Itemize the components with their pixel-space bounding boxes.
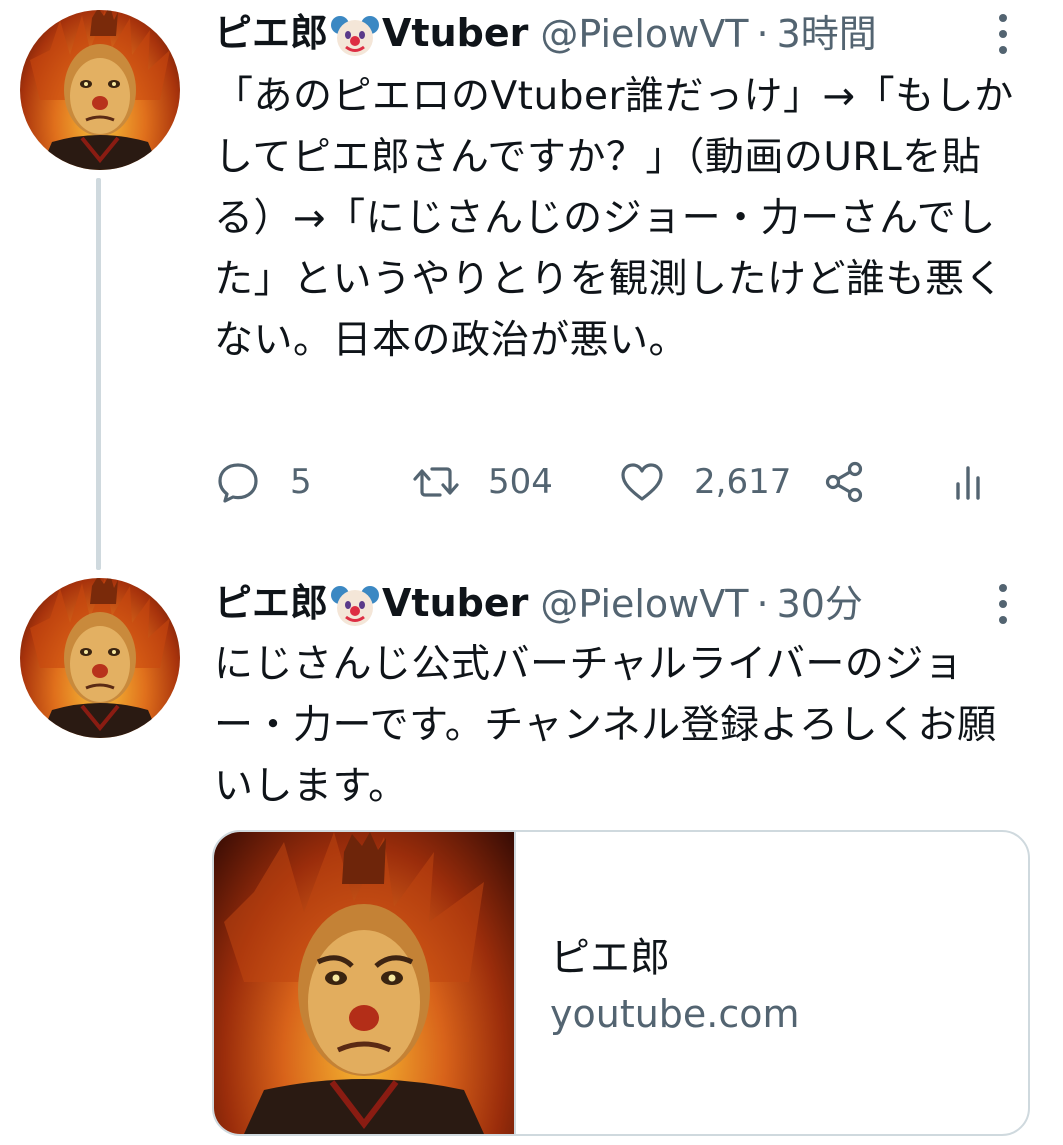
share-button[interactable] [820, 452, 868, 512]
reply-count: 5 [290, 462, 312, 502]
more-vertical-icon[interactable] [993, 12, 1013, 56]
reply-button[interactable]: 5 [214, 452, 312, 512]
tweet-2[interactable]: ピエ郎 Vtuber @PielowVT · 30分 にじさんじ公式バーチャルラ… [0, 570, 1063, 1145]
clown-face-icon [330, 581, 380, 631]
tweet-1[interactable]: ピエ郎 Vtuber @PielowVT · 3時間 「あのピエロのVtuber… [0, 0, 1063, 570]
heart-icon [621, 463, 663, 501]
avatar[interactable] [20, 578, 180, 738]
clown-thumbnail-image [224, 832, 484, 1134]
tweet-actions: 5 504 2,617 [214, 452, 1014, 512]
retweet-button[interactable]: 504 [412, 452, 553, 512]
tweet-text: にじさんじ公式バーチャルライバーのジョー・力ーです。チャンネル登録よろしくお願い… [214, 642, 997, 809]
like-button[interactable]: 2,617 [618, 452, 791, 512]
reply-icon [218, 463, 258, 503]
timestamp[interactable]: 30分 [777, 578, 863, 630]
more-vertical-icon[interactable] [993, 582, 1013, 626]
clown-portrait-image [30, 578, 170, 738]
avatar[interactable] [20, 10, 180, 170]
link-card[interactable]: ピエ郎 youtube.com [212, 830, 1030, 1136]
card-thumbnail [214, 832, 516, 1134]
user-handle[interactable]: @PielowVT [540, 578, 748, 630]
like-count: 2,617 [694, 462, 792, 502]
display-name[interactable]: ピエ郎 Vtuber [214, 577, 528, 631]
tweet-header: ピエ郎 Vtuber @PielowVT · 3時間 [214, 8, 877, 60]
clown-face-icon [330, 11, 380, 61]
separator-dot: · [756, 582, 769, 626]
timestamp[interactable]: 3時間 [777, 8, 877, 60]
retweet-count: 504 [488, 462, 553, 502]
clown-portrait-image [30, 10, 170, 170]
analytics-button[interactable] [944, 452, 992, 512]
analytics-icon [956, 466, 980, 500]
user-handle[interactable]: @PielowVT [540, 8, 748, 60]
share-icon [825, 461, 863, 503]
card-title[interactable]: ピエ郎 [550, 932, 670, 984]
display-name[interactable]: ピエ郎 Vtuber [214, 7, 528, 61]
display-name-suffix[interactable]: Vtuber [382, 11, 528, 55]
tweet-header: ピエ郎 Vtuber @PielowVT · 30分 [214, 578, 863, 630]
display-name-text[interactable]: ピエ郎 [214, 11, 328, 55]
card-domain: youtube.com [550, 992, 800, 1036]
display-name-text[interactable]: ピエ郎 [214, 581, 328, 625]
display-name-suffix[interactable]: Vtuber [382, 581, 528, 625]
retweet-icon [413, 467, 459, 497]
thread-connector-line [96, 178, 101, 570]
separator-dot: · [756, 12, 769, 56]
tweet-text: 「あのピエロのVtuber誰だっけ」→「もしかしてピエ郎さんですか？」（動画のU… [214, 74, 1014, 363]
